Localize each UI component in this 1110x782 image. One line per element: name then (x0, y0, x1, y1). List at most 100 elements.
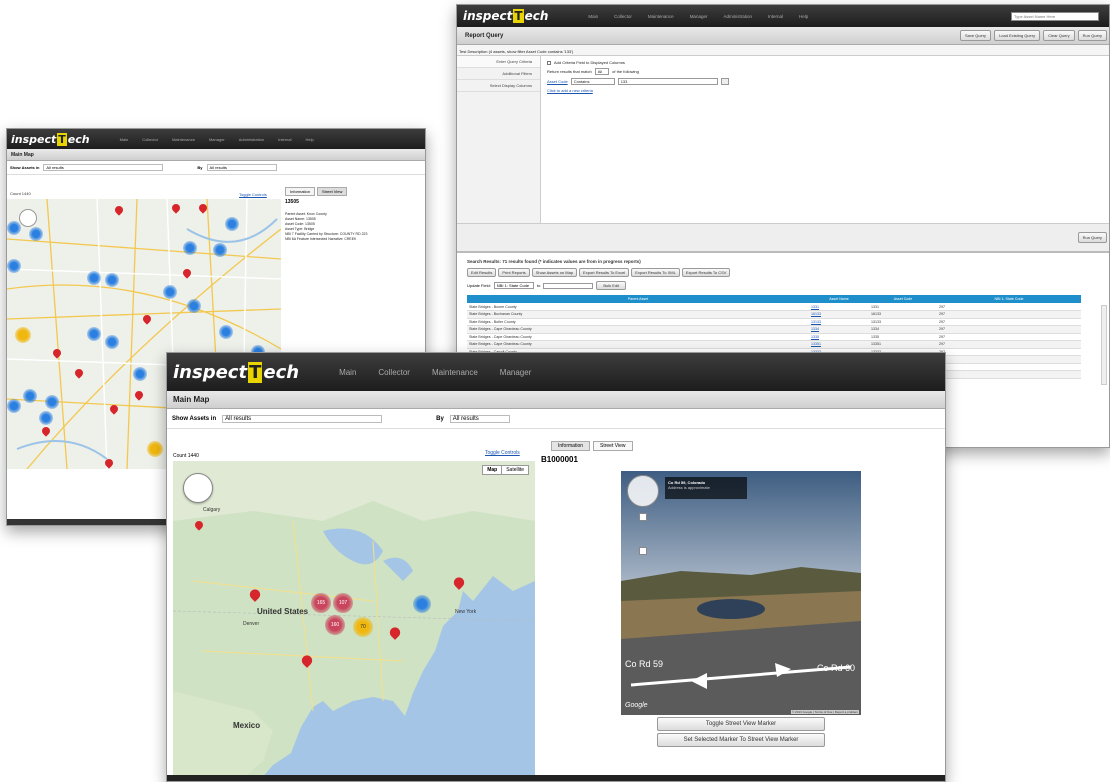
tab-information[interactable]: Information (285, 187, 316, 196)
nav-manager[interactable]: Manager (209, 137, 225, 142)
map-marker-pin[interactable] (195, 521, 203, 532)
sidebar-enter-criteria[interactable]: Enter Query Criteria (457, 56, 540, 68)
map-cluster-dot[interactable] (7, 221, 21, 235)
map-cluster-dot[interactable] (213, 243, 227, 257)
map-marker-pin[interactable] (250, 589, 260, 603)
update-field-select[interactable]: NBI 1: State Code (493, 282, 535, 289)
map-cluster-dot[interactable] (187, 299, 201, 313)
map-marker-pin[interactable] (42, 427, 50, 438)
nav-manager[interactable]: Manager (690, 14, 708, 19)
map-cluster-dot[interactable] (45, 395, 59, 409)
search-icon[interactable] (720, 78, 729, 85)
by-select[interactable]: All results (206, 164, 277, 171)
map-cluster-dot[interactable] (23, 389, 37, 403)
tab-street-view[interactable]: Street View (593, 441, 633, 451)
map-cluster-dot[interactable] (413, 595, 431, 613)
map-cluster-dot[interactable] (87, 271, 101, 285)
print-reports-button[interactable]: Print Reports (498, 268, 530, 277)
table-cell[interactable]: 1335 (809, 333, 869, 341)
column-header[interactable]: Parent Asset (467, 295, 809, 303)
add-criteria-checkbox[interactable] (547, 60, 551, 65)
column-header[interactable]: NBI 1: State Code (937, 295, 1081, 303)
map-cluster-dot[interactable]: 160 (325, 615, 345, 635)
nav-main[interactable]: Main (588, 14, 598, 19)
nav-administration[interactable]: Administration (239, 137, 264, 142)
column-header[interactable]: Asset Name (809, 295, 869, 303)
map-marker-pin[interactable] (75, 369, 83, 380)
nav-main[interactable]: Main (339, 368, 356, 377)
map-cluster-dot[interactable] (133, 367, 147, 381)
map-marker-pin[interactable] (115, 206, 123, 217)
tab-information[interactable]: Information (551, 441, 591, 451)
map-marker-pin[interactable] (390, 627, 400, 641)
back-toggle-controls[interactable]: Toggle Controls (239, 192, 267, 197)
table-cell[interactable]: 13133 (809, 318, 869, 326)
nav-help[interactable]: Help (799, 14, 808, 19)
map-cluster-dot[interactable] (29, 227, 43, 241)
nav-main[interactable]: Main (120, 137, 129, 142)
street-view-pan-icon[interactable] (627, 475, 659, 507)
export-xml-button[interactable]: Export Results To XML (631, 268, 680, 277)
toggle-street-view-marker-button[interactable]: Toggle Street View Marker (657, 717, 825, 731)
map-cluster-dot[interactable] (183, 241, 197, 255)
asset-search-input[interactable]: Type Asset Name Here (1011, 11, 1099, 21)
export-excel-button[interactable]: Export Results To Excel (579, 268, 630, 277)
nav-collector[interactable]: Collector (614, 14, 632, 19)
map-cluster-dot[interactable] (163, 285, 177, 299)
save-query-button[interactable]: Save Query (959, 30, 992, 41)
map-cluster-dot[interactable] (39, 411, 53, 425)
map-marker-pin[interactable] (302, 655, 312, 669)
map-marker-pin[interactable] (135, 391, 143, 402)
map-cluster-dot[interactable] (105, 273, 119, 287)
set-selected-marker-button[interactable]: Set Selected Marker To Street View Marke… (657, 733, 825, 747)
street-view-zoom-in-icon[interactable] (639, 513, 647, 521)
show-assets-select[interactable]: All results (222, 414, 383, 423)
sidebar-select-columns[interactable]: Select Display Columns (457, 80, 540, 92)
map-marker-pin[interactable] (110, 405, 118, 416)
table-cell[interactable]: 1334 (809, 325, 869, 334)
front-map[interactable]: Map Satellite Calgary United States Denv… (173, 461, 535, 779)
tab-street-view[interactable]: Street View (317, 187, 348, 196)
nav-administration[interactable]: Administration (723, 14, 752, 19)
nav-internal[interactable]: Internal (768, 14, 783, 19)
by-select[interactable]: All results (449, 414, 510, 423)
map-cluster-dot[interactable] (105, 335, 119, 349)
back-map-zoom-control[interactable] (19, 209, 37, 227)
table-row[interactable]: State Bridges - Boone County 1331 1331 297 (467, 303, 1081, 311)
nav-collector[interactable]: Collector (378, 368, 410, 377)
table-row[interactable]: State Bridges - Cape Girardeau County 133… (467, 325, 1081, 334)
show-assets-select[interactable]: All results (43, 164, 164, 171)
table-row[interactable]: State Bridges - Buchanan County 16133 1613… (467, 310, 1081, 319)
nav-maintenance[interactable]: Maintenance (648, 14, 674, 19)
clear-query-button[interactable]: Clear Query (1043, 30, 1075, 41)
table-cell[interactable]: 13351 (809, 340, 869, 349)
sidebar-additional-filters[interactable]: Additional Filters (457, 68, 540, 80)
map-marker-pin[interactable] (53, 349, 61, 360)
table-row[interactable]: State Bridges - Cape Girardeau County 133… (467, 333, 1081, 341)
nav-help[interactable]: Help (305, 137, 313, 142)
nav-internal[interactable]: Internal (278, 137, 291, 142)
map-cluster-dot[interactable] (225, 217, 239, 231)
criteria-operator-select[interactable]: Contains (570, 78, 615, 85)
update-value-input[interactable] (543, 282, 594, 289)
map-cluster-dot[interactable]: 165 (311, 593, 331, 613)
edit-results-button[interactable]: Edit Results (467, 268, 497, 277)
nav-collector[interactable]: Collector (142, 137, 158, 142)
map-marker-pin[interactable] (143, 315, 151, 326)
map-view-button[interactable]: Map (483, 466, 501, 474)
results-scrollbar[interactable] (1101, 305, 1107, 385)
load-existing-query-button[interactable]: Load Existing Query (994, 30, 1041, 41)
map-cluster-dot[interactable]: 107 (333, 593, 353, 613)
table-row[interactable]: State Bridges - Cape Girardeau County 133… (467, 340, 1081, 349)
bulk-edit-button[interactable]: Bulk Edit (596, 281, 627, 290)
pan-control-icon[interactable] (183, 473, 213, 503)
criteria-value-input[interactable]: 133 (617, 78, 718, 85)
map-cluster-dot-yellow[interactable]: 70 (353, 617, 373, 637)
return-select[interactable]: All (594, 68, 610, 75)
map-cluster-dot-yellow[interactable] (15, 327, 31, 343)
run-query-bottom-button[interactable]: Run Query (1077, 232, 1107, 243)
map-marker-pin[interactable] (183, 269, 191, 280)
nav-manager[interactable]: Manager (500, 368, 532, 377)
street-view-zoom-out-icon[interactable] (639, 547, 647, 555)
map-cluster-dot[interactable] (87, 327, 101, 341)
